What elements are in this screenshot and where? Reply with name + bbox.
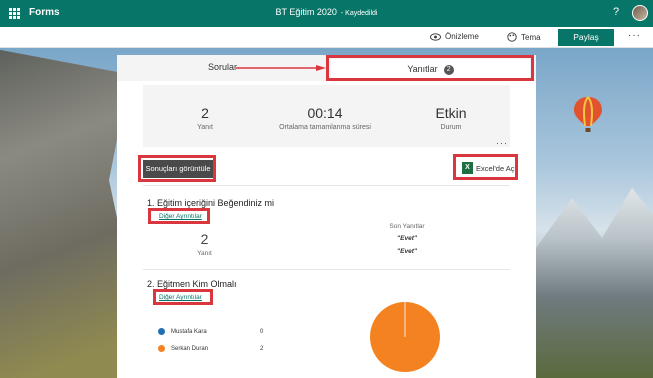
save-status: - Kaydedildi (340, 10, 378, 17)
divider (143, 185, 510, 186)
theme-label: Tema (521, 32, 541, 42)
preview-button[interactable]: Önizleme (430, 32, 479, 41)
share-button[interactable]: Paylaş (558, 29, 614, 46)
recent-answer: "Evet" (397, 248, 417, 255)
highlight-responses-tab (326, 55, 534, 81)
preview-label: Önizleme (445, 32, 479, 41)
highlight-view-results (138, 155, 216, 182)
legend-label: Mustafa Kara (171, 328, 207, 335)
responses-value: 2 (201, 105, 209, 121)
recent-responses: Son Yanıtlar "Evet" "Evet" (367, 223, 447, 261)
more-options-icon[interactable]: ··· (628, 30, 641, 41)
hot-air-balloon-icon (574, 96, 602, 132)
status-value: Etkin (435, 105, 467, 121)
legend-dot (158, 328, 165, 335)
theme-button[interactable]: Tema (507, 32, 541, 42)
mountain-left (0, 48, 130, 378)
summary-panel: 2 Yanıt 00:14 Ortalama tamamlanma süresi… (143, 85, 510, 147)
question-1-count-value: 2 (200, 231, 209, 247)
highlight-open-excel (453, 154, 518, 180)
status-label: Durum (440, 124, 462, 131)
form-title: BT Eğitim 2020 (275, 7, 337, 17)
eye-icon (430, 32, 441, 41)
status-stat: Etkin Durum (381, 105, 521, 131)
toolbar: Önizleme Tema Paylaş ··· (0, 27, 653, 48)
avg-time-value: 00:14 (307, 105, 343, 121)
legend-label: Serkan Duran (171, 345, 209, 352)
document-title: BT Eğitim 2020- Kaydedildi (0, 7, 653, 17)
annotation-arrow (236, 65, 326, 71)
question-1-count: 2 Yanıt (162, 231, 247, 257)
responses-stat: 2 Yanıt (135, 105, 275, 131)
recent-answer: "Evet" (397, 235, 417, 242)
help-icon[interactable]: ? (613, 6, 619, 18)
tab-questions[interactable]: Sorular (208, 62, 237, 72)
avatar[interactable] (632, 5, 648, 21)
legend-item: Mustafa Kara 0 (158, 328, 268, 335)
summary-more-icon[interactable]: ··· (496, 138, 508, 148)
pie-chart (370, 302, 440, 372)
avg-time-label: Ortalama tamamlanma süresi (279, 124, 371, 131)
question-1-count-label: Yanıt (197, 250, 212, 257)
highlight-details-link-1 (148, 208, 210, 224)
avg-time-stat: 00:14 Ortalama tamamlanma süresi (255, 105, 395, 131)
palette-icon (507, 32, 517, 42)
legend-item: Serkan Duran 2 (158, 345, 268, 352)
highlight-details-link-2 (153, 289, 213, 305)
legend-count: 0 (260, 328, 264, 335)
question-1-title: 1. Eğitim içeriğini Beğendiniz mi (147, 198, 275, 208)
mountain-right (536, 188, 653, 378)
divider (143, 269, 510, 270)
recent-responses-header: Son Yanıtlar (389, 223, 425, 230)
top-bar: Forms BT Eğitim 2020- Kaydedildi ? (0, 0, 653, 27)
legend-dot (158, 345, 165, 352)
responses-label: Yanıt (197, 124, 213, 131)
question-2-title: 2. Eğitmen Kim Olmalı (147, 279, 237, 289)
legend-count: 2 (260, 345, 264, 352)
